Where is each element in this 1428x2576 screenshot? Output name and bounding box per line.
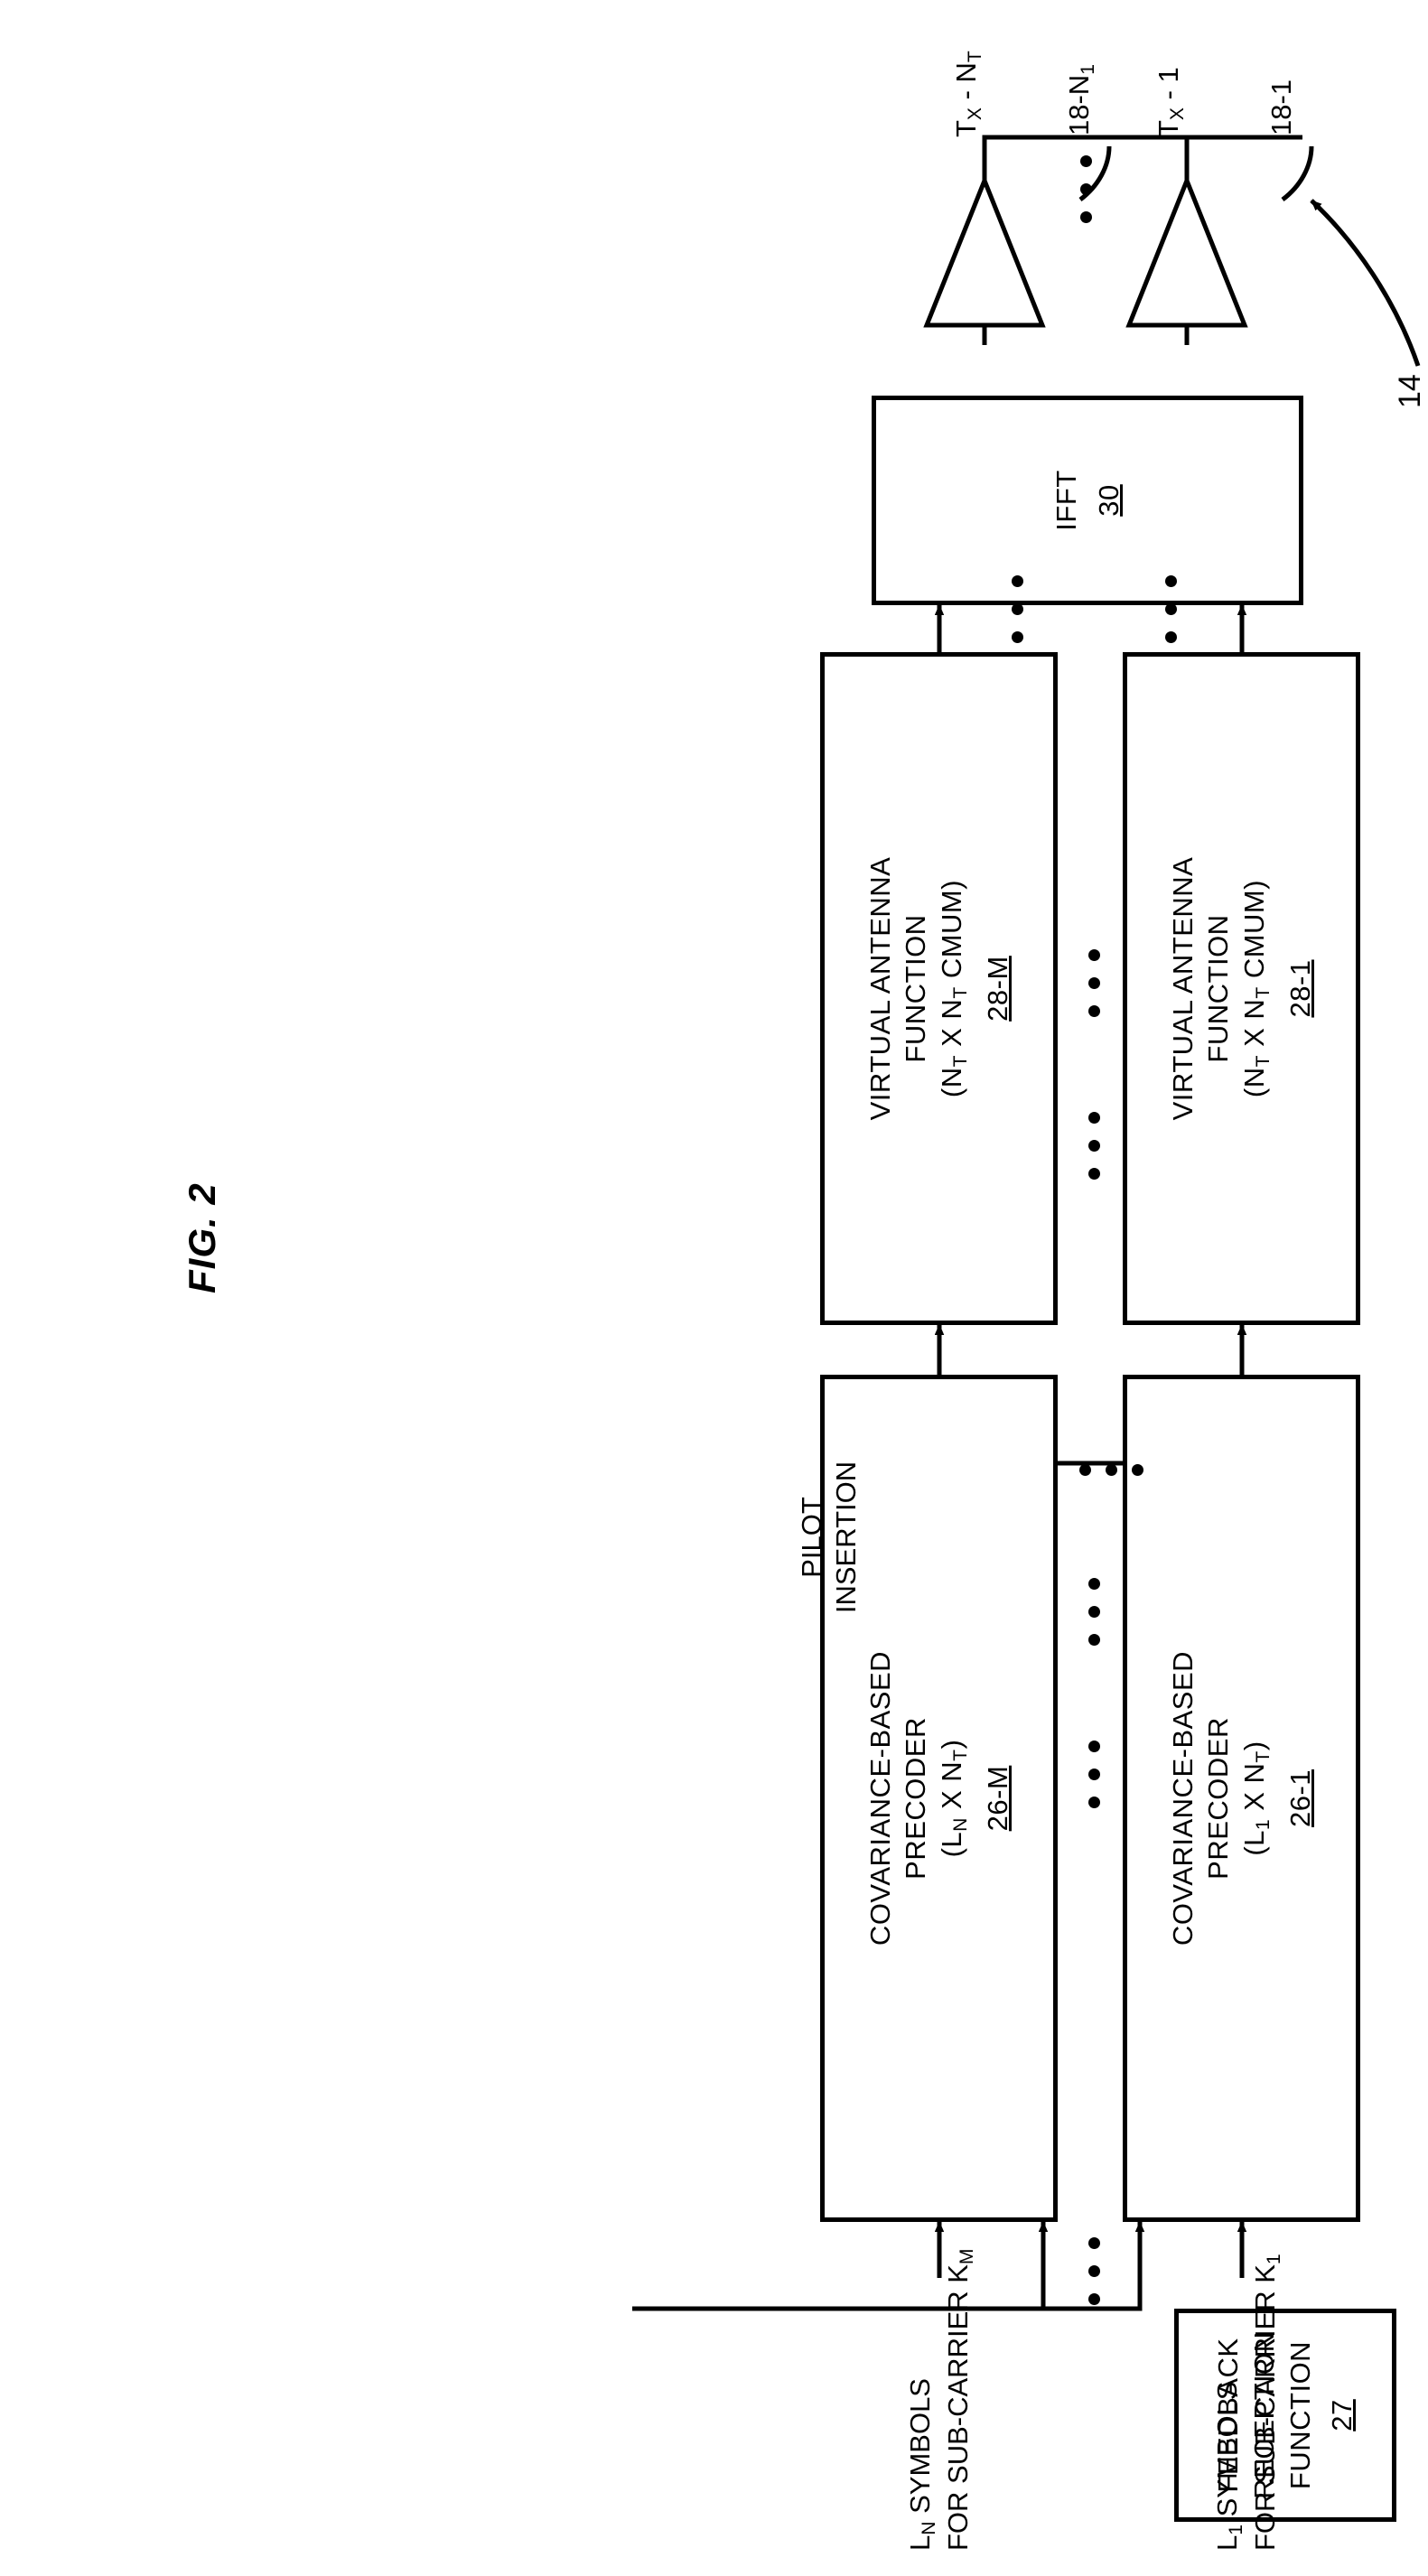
input-bottom-line2: FOR SUB-CARRIER KM [941,2248,977,2551]
system-ref-14: 14 [1393,374,1427,408]
figure-title: FIG. 2 [181,1182,223,1293]
pilot-line2: INSERTION [829,1461,862,1614]
patent-figure-2: IFFT 30 VIRTUAL ANTENNA FUNCTION (NT X N… [0,0,1428,2576]
input-label-top: L1 SYMBOLS FOR SUB-CARRIER K1 [1210,2254,1285,2551]
antenna-label-n: TX - NT [950,51,985,137]
figure-rotation-wrapper: IFFT 30 VIRTUAL ANTENNA FUNCTION (NT X N… [0,0,1428,2576]
input-top-line2: FOR SUB-CARRIER K1 [1248,2254,1284,2551]
pilot-insertion-label: PILOT INSERTION [795,1461,863,1613]
ellipsis-ifft-inputs-lower [1012,575,1023,643]
input-label-bottom: LN SYMBOLS FOR SUB-CARRIER KM [903,2249,978,2551]
antenna-label-1: TX - 1 [1153,67,1188,137]
antenna-lead-ref-n: 18-N1 [1063,64,1098,135]
ellipsis-virtual-antenna-upper [1088,949,1100,1017]
input-top-line1: L1 SYMBOLS [1211,2381,1246,2551]
ellipsis-virtual-antenna-lower [1088,1112,1100,1180]
input-bottom-line1: LN SYMBOLS [904,2378,939,2551]
ellipsis-antennas [1080,155,1092,223]
ellipsis-precoder-lower [1088,1741,1100,1808]
ellipsis-ifft-inputs-upper [1165,575,1177,643]
ellipsis-precoder-upper [1088,1578,1100,1646]
pilot-line1: PILOT [796,1497,827,1578]
ellipsis-pilot [1079,1464,1143,1476]
ellipsis-inputs [1088,2237,1100,2305]
antenna-lead-ref-1: 18-1 [1265,79,1297,135]
